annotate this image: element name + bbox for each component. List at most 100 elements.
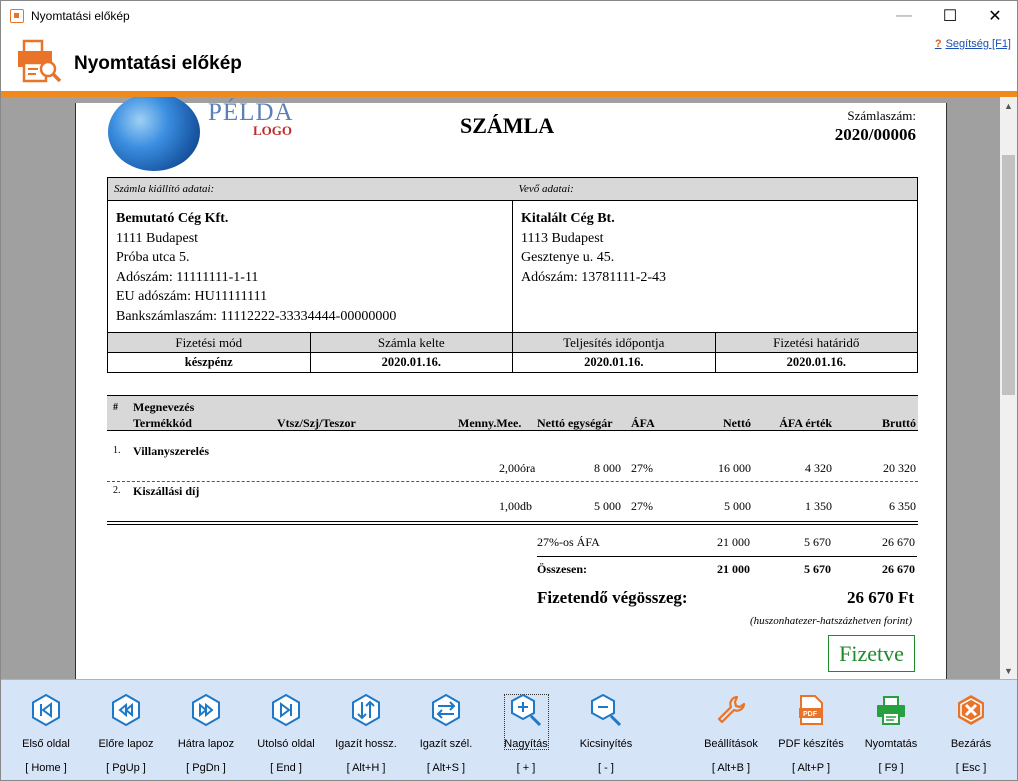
close-label: Bezárás	[950, 738, 992, 750]
maximize-button[interactable]: ☐	[927, 1, 973, 31]
row-name: Kiszállási díj	[133, 484, 200, 498]
row-qty: 1,00	[499, 499, 520, 513]
prev-page-shortcut: [ PgUp ]	[106, 762, 146, 774]
fit-height-icon	[352, 694, 380, 726]
items-header: # Megnevezés Termékkód Vtsz/Szj/Teszor M…	[107, 395, 918, 431]
row-gross: 6 350	[889, 499, 916, 513]
col-name: Megnevezés	[133, 400, 195, 414]
prev-page-button[interactable]: Előre lapoz [ PgUp ]	[86, 688, 166, 778]
first-page-shortcut: [ Home ]	[25, 762, 67, 774]
invoice-page: PÉLDA LOGO SZÁMLA Számlaszám: 2020/00006…	[75, 97, 947, 679]
close-icon	[958, 695, 984, 725]
help-icon: ?	[934, 38, 942, 50]
zoom-out-button[interactable]: Kicsinyítés [ - ]	[566, 688, 646, 778]
prev-page-label: Előre lapoz	[98, 738, 154, 750]
close-button[interactable]: Bezárás [ Esc ]	[931, 688, 1011, 778]
col-unit-price: Nettó egységár	[537, 416, 613, 430]
next-page-icon	[192, 694, 220, 726]
payment-value: 2020.01.16.	[381, 355, 441, 369]
print-button[interactable]: Nyomtatás [ F9 ]	[851, 688, 931, 778]
buyer-name: Kitalált Cég Bt.	[521, 211, 615, 226]
payment-label: Számla kelte	[310, 333, 512, 353]
paid-stamp: Fizetve	[828, 635, 915, 672]
last-page-button[interactable]: Utolsó oldal [ End ]	[246, 688, 326, 778]
row-vat-value: 1 350	[805, 499, 832, 513]
issuer-line: Bankszámlaszám: 11112222-33334444-000000…	[116, 308, 397, 324]
col-num: #	[113, 402, 118, 413]
print-preview-window: Nyomtatási előkép — ☐ ✕ Nyomtatási előké…	[0, 0, 1018, 781]
first-page-button[interactable]: Első oldal [ Home ]	[6, 688, 86, 778]
printer-icon	[877, 696, 905, 725]
col-vat: ÁFA	[631, 416, 655, 430]
print-preview-icon	[18, 39, 62, 83]
row-net: 5 000	[724, 499, 751, 513]
issuer-line: Próba utca 5.	[116, 250, 190, 265]
invoice-number-label: Számlaszám:	[847, 108, 916, 123]
logo-subtext: LOGO	[253, 123, 293, 138]
settings-shortcut: [ Alt+B ]	[711, 762, 751, 774]
help-link[interactable]: ? Segítség [F1]	[935, 38, 1011, 50]
page-title: Nyomtatási előkép	[74, 53, 242, 74]
pdf-export-shortcut: [ Alt+P ]	[791, 762, 831, 774]
scroll-up-button[interactable]: ▲	[1000, 97, 1017, 114]
issuer-name: Bemutató Cég Kft.	[116, 211, 229, 226]
buyer-line: Gesztenye u. 45.	[521, 250, 615, 265]
party-box: Számla kiállító adatai: Vevő adatai: Bem…	[107, 177, 918, 373]
col-code: Termékkód	[133, 416, 192, 430]
total-net: 21 000	[717, 562, 750, 576]
company-logo: PÉLDA LOGO	[108, 97, 308, 173]
vat-summary-label: 27%-os ÁFA	[537, 535, 600, 549]
first-page-label: Első oldal	[22, 738, 70, 750]
final-total-value: 26 670 Ft	[846, 588, 914, 607]
minimize-button[interactable]: —	[881, 1, 927, 31]
col-vat-value: ÁFA érték	[779, 416, 832, 430]
fit-width-button[interactable]: Igazít szél. [ Alt+S ]	[406, 688, 486, 778]
row-unit: óra	[520, 461, 536, 475]
next-page-shortcut: [ PgDn ]	[186, 762, 226, 774]
row-unit: db	[520, 499, 532, 513]
zoom-out-icon	[591, 694, 622, 726]
total-row: Összesen: 21 000 5 670 26 670	[537, 560, 917, 582]
vertical-scrollbar[interactable]: ▲ ▼	[1000, 97, 1017, 679]
help-label[interactable]: Segítség [F1]	[946, 38, 1011, 50]
scroll-thumb[interactable]	[1002, 155, 1015, 395]
fit-width-shortcut: [ Alt+S ]	[426, 762, 466, 774]
window-title: Nyomtatási előkép	[31, 9, 130, 23]
row-unit-price: 5 000	[594, 499, 621, 513]
table-row: 1. Villanyszerelés 2,00 óra 8 000 27% 16…	[107, 441, 918, 481]
payment-value: 2020.01.16.	[584, 355, 644, 369]
fit-width-icon	[432, 694, 460, 726]
zoom-out-label: Kicsinyítés	[579, 738, 633, 750]
app-icon	[10, 9, 24, 23]
payment-info: Fizetési mód készpénz Számla kelte 2020.01…	[108, 333, 917, 372]
print-shortcut: [ F9 ]	[878, 762, 904, 774]
payment-label: Fizetési határidő	[715, 333, 917, 353]
pdf-icon: PDF	[799, 695, 823, 725]
issuer-details: Bemutató Cég Kft. 1111 Budapest Próba ut…	[108, 201, 513, 332]
settings-button[interactable]: Beállítások [ Alt+B ]	[691, 688, 771, 778]
total-gross: 26 670	[882, 562, 915, 576]
issuer-line: 1111 Budapest	[116, 230, 199, 246]
close-window-button[interactable]: ✕	[972, 1, 1017, 31]
final-total-label: Fizetendő végösszeg:	[537, 588, 688, 607]
col-vtsz: Vtsz/Szj/Teszor	[277, 416, 356, 430]
col-qty: Menny.Mee.	[458, 416, 522, 430]
zoom-in-button[interactable]: Nagyítás [ + ]	[486, 688, 566, 778]
invoice-title: SZÁMLA	[460, 113, 555, 138]
pdf-export-button[interactable]: PDF PDF készítés [ Alt+P ]	[771, 688, 851, 778]
scroll-down-button[interactable]: ▼	[1000, 662, 1017, 679]
bottom-toolbar: Első oldal [ Home ] Előre lapoz [ PgUp ]…	[1, 679, 1017, 780]
payment-value: készpénz	[184, 355, 233, 369]
header: Nyomtatási előkép ? Segítség [F1]	[1, 31, 1017, 91]
fit-height-shortcut: [ Alt+H ]	[346, 762, 386, 774]
vat-summary-row: 27%-os ÁFA 21 000 5 670 26 670	[537, 533, 917, 557]
buyer-line: 1113 Budapest	[521, 230, 604, 246]
final-total-words: (huszonhatezer-hatszázhetven forint)	[749, 615, 912, 627]
issuer-line: Adószám: 11111111-1-11	[116, 269, 259, 285]
preview-area: PÉLDA LOGO SZÁMLA Számlaszám: 2020/00006…	[1, 97, 1000, 679]
row-vat: 27%	[631, 499, 653, 513]
next-page-button[interactable]: Hátra lapoz [ PgDn ]	[166, 688, 246, 778]
row-vat: 27%	[631, 461, 653, 475]
fit-height-button[interactable]: Igazít hossz. [ Alt+H ]	[326, 688, 406, 778]
row-name: Villanyszerelés	[133, 444, 209, 458]
